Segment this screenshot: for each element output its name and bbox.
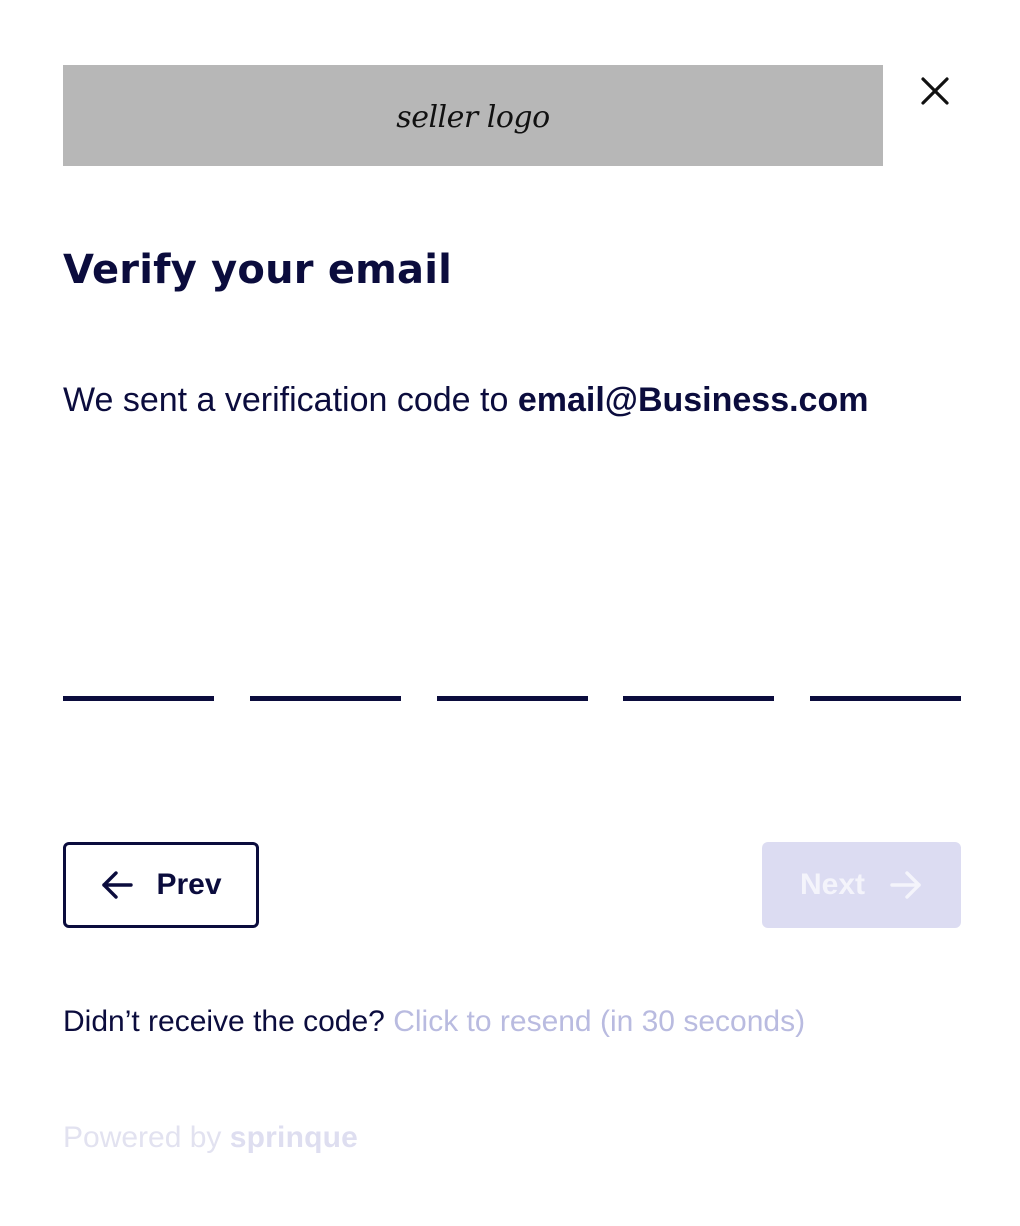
close-button[interactable] bbox=[912, 68, 958, 114]
arrow-right-icon bbox=[889, 870, 923, 900]
prev-button[interactable]: Prev bbox=[63, 842, 259, 928]
prev-button-label: Prev bbox=[156, 868, 222, 901]
powered-by-label: Powered by bbox=[63, 1121, 230, 1154]
resend-prompt: Didn’t receive the code? bbox=[63, 1005, 394, 1038]
code-digit-4[interactable] bbox=[623, 640, 775, 701]
powered-by: Powered by sprinque bbox=[63, 1118, 358, 1158]
verification-message: We sent a verification code to email@Bus… bbox=[63, 378, 868, 422]
arrow-left-icon bbox=[100, 870, 134, 900]
resend-row: Didn’t receive the code? Click to resend… bbox=[63, 1002, 805, 1042]
verification-code-inputs bbox=[63, 640, 961, 701]
recipient-email: email@Business.com bbox=[517, 381, 869, 419]
seller-logo-text: seller logo bbox=[396, 100, 550, 135]
code-digit-5[interactable] bbox=[810, 640, 961, 701]
code-digit-2[interactable] bbox=[249, 640, 401, 701]
page-title: Verify your email bbox=[63, 247, 453, 293]
resend-link[interactable]: Click to resend (in 30 seconds) bbox=[393, 1005, 805, 1038]
next-button[interactable]: Next bbox=[762, 842, 961, 928]
next-button-label: Next bbox=[799, 868, 866, 901]
brand-name: sprinque bbox=[229, 1121, 359, 1154]
seller-logo-banner: seller logo bbox=[63, 65, 883, 166]
close-icon bbox=[920, 76, 950, 106]
verification-message-prefix: We sent a verification code to bbox=[63, 381, 518, 419]
code-digit-3[interactable] bbox=[436, 640, 588, 701]
code-digit-1[interactable] bbox=[63, 640, 214, 701]
